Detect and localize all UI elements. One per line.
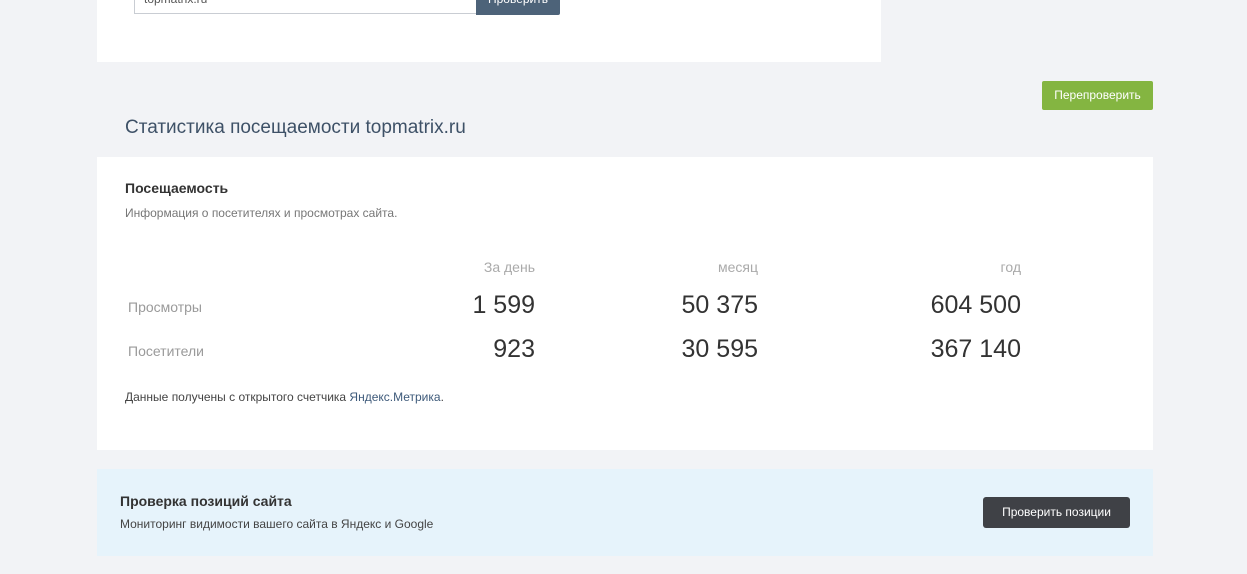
- traffic-heading: Посещаемость: [125, 180, 229, 196]
- positions-heading: Проверка позиций сайта: [120, 493, 292, 509]
- visitors-day-value: 923: [493, 335, 535, 363]
- visitors-month-value: 30 595: [681, 335, 758, 363]
- yandex-metrika-link[interactable]: Яндекс.Метрика: [349, 390, 440, 404]
- page-title: Статистика посещаемости topmatrix.ru: [125, 117, 466, 138]
- check-button[interactable]: Проверить: [476, 0, 560, 15]
- views-year-value: 604 500: [930, 291, 1021, 319]
- source-suffix: .: [440, 390, 444, 404]
- traffic-subtitle: Информация о посетителях и просмотрах са…: [125, 206, 398, 220]
- url-input[interactable]: [134, 0, 476, 14]
- data-source-note: Данные получены с открытого счетчика Янд…: [125, 390, 444, 404]
- row-label-visitors: Посетители: [128, 343, 204, 359]
- check-positions-button[interactable]: Проверить позиции: [983, 497, 1130, 528]
- views-month-value: 50 375: [681, 291, 758, 319]
- row-label-views: Просмотры: [128, 299, 202, 315]
- views-day-value: 1 599: [472, 291, 535, 319]
- column-header-year: год: [1000, 259, 1021, 275]
- column-header-month: месяц: [717, 259, 758, 275]
- positions-subtitle: Мониторинг видимости вашего сайта в Янде…: [120, 517, 434, 531]
- visitors-year-value: 367 140: [930, 335, 1021, 363]
- source-prefix: Данные получены с открытого счетчика: [125, 390, 350, 404]
- recheck-button[interactable]: Перепроверить: [1042, 81, 1153, 110]
- column-header-day: За день: [483, 259, 535, 275]
